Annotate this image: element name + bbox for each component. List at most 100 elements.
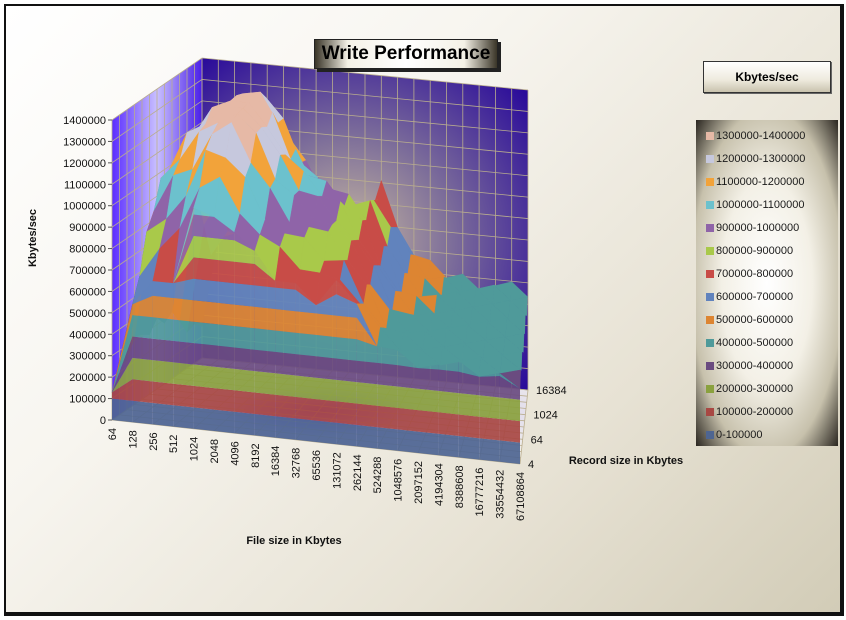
surface-skirt	[377, 427, 398, 451]
x-tick-label: 131072	[331, 452, 343, 489]
z-tick-label: 0	[100, 415, 106, 427]
surface-skirt	[275, 416, 296, 440]
legend: 1300000-1400000 1200000-1300000 1100000-12…	[696, 120, 838, 446]
surface-skirt	[418, 410, 439, 434]
surface-skirt	[356, 360, 378, 385]
legend-item: 1200000-1300000	[706, 151, 805, 167]
surface-skirt	[234, 411, 255, 436]
surface-skirt	[397, 407, 418, 432]
z-tick-label: 700000	[69, 265, 106, 277]
surface-skirt	[275, 351, 296, 376]
surface-skirt	[356, 403, 378, 428]
surface-skirt	[499, 440, 520, 464]
z-tick-label: 1100000	[64, 179, 106, 191]
legend-label: 1300000-1400000	[716, 130, 806, 142]
surface-skirt	[193, 300, 214, 324]
x-tick-label: 2048	[209, 439, 221, 463]
z-tick-label: 800000	[69, 244, 106, 256]
surface-skirt	[112, 398, 133, 423]
surface-skirt	[295, 375, 316, 400]
legend-swatch	[706, 132, 714, 140]
surface-skirt	[173, 405, 194, 429]
surface-skirt	[214, 345, 235, 369]
surface-skirt	[214, 302, 235, 327]
legend-item: 300000-400000	[706, 358, 793, 374]
surface-skirt	[193, 364, 214, 389]
x-tick-label: 1024	[189, 437, 201, 461]
surface-skirt	[254, 306, 276, 331]
x-tick-label: 4194304	[433, 463, 445, 506]
surface-skirt	[234, 261, 255, 286]
surface-skirt	[173, 362, 194, 386]
legend-swatch	[706, 362, 714, 370]
surface-skirt	[499, 418, 520, 443]
surface-skirt	[234, 304, 255, 329]
legend-item: 500000-600000	[706, 312, 793, 328]
surface-skirt	[295, 418, 316, 442]
z-tick-label: 100000	[69, 394, 106, 406]
y-tick-label: 1024	[533, 410, 557, 422]
surface-skirt	[214, 409, 235, 434]
surface-skirt	[316, 399, 337, 423]
x-tick-label: 1048576	[393, 459, 405, 502]
chart-title-text: Write Performance	[321, 43, 491, 64]
z-tick-label: 900000	[69, 222, 106, 234]
surface-skirt	[479, 376, 500, 398]
surface-skirt	[377, 405, 398, 430]
surface-skirt	[173, 383, 194, 408]
surface-skirt	[479, 395, 500, 419]
surface-skirt	[377, 384, 398, 408]
x-tick-label: 256	[148, 432, 160, 450]
surface-skirt	[336, 315, 357, 340]
legend-swatch	[706, 431, 714, 439]
surface-skirt	[234, 326, 255, 350]
x-tick-label: 4096	[229, 441, 241, 465]
chart-frame: 0 100000 200000 300000 400000 500000 600000 700…	[4, 4, 844, 616]
surface-skirt	[193, 407, 214, 431]
surface-skirt	[295, 354, 316, 378]
legend-item: 1000000-1100000	[706, 197, 805, 213]
surface-skirt	[152, 317, 174, 341]
x-tick-label: 16384	[270, 446, 282, 477]
legend-item: 700000-800000	[706, 266, 793, 282]
x-axis-title: File size in Kbytes	[246, 535, 341, 547]
legend-swatch	[706, 270, 714, 278]
surface-skirt	[152, 403, 174, 427]
surface-skirt	[152, 338, 174, 363]
surface-skirt	[132, 357, 153, 382]
surface-skirt	[132, 336, 153, 361]
legend-label: 500000-600000	[716, 314, 794, 326]
surface-skirt	[152, 295, 174, 320]
x-tick-label: 2097152	[413, 461, 425, 504]
legend-label: 0-100000	[716, 429, 763, 441]
surface-skirt	[254, 414, 276, 438]
legend-item: 600000-700000	[706, 289, 793, 305]
surface-skirt	[295, 332, 316, 357]
legend-label: 400000-500000	[716, 337, 794, 349]
legend-swatch	[706, 316, 714, 324]
surface-skirt	[173, 298, 194, 322]
x-tick-label: 16777216	[474, 468, 486, 517]
surface-skirt	[234, 347, 255, 372]
surface-skirt	[295, 396, 316, 421]
surface-skirt	[418, 431, 439, 456]
surface-skirt	[336, 337, 357, 361]
surface-skirt	[173, 340, 194, 365]
surface-skirt	[193, 235, 214, 260]
x-tick-label: 32768	[291, 448, 303, 479]
surface-skirt	[193, 321, 214, 346]
legend-item: 0-100000	[706, 427, 763, 443]
surface-skirt	[132, 315, 153, 339]
surface-skirt	[193, 385, 214, 410]
surface-skirt	[458, 436, 480, 460]
surface-skirt	[254, 371, 276, 395]
legend-item: 1300000-1400000	[706, 128, 805, 144]
surface-skirt	[152, 381, 174, 406]
surface-skirt	[214, 259, 235, 284]
legend-swatch	[706, 247, 714, 255]
surface-skirt	[214, 323, 235, 348]
surface-skirt	[316, 420, 337, 445]
surface-skirt	[479, 438, 500, 462]
surface-skirt	[254, 392, 276, 417]
surface-skirt	[193, 278, 214, 303]
